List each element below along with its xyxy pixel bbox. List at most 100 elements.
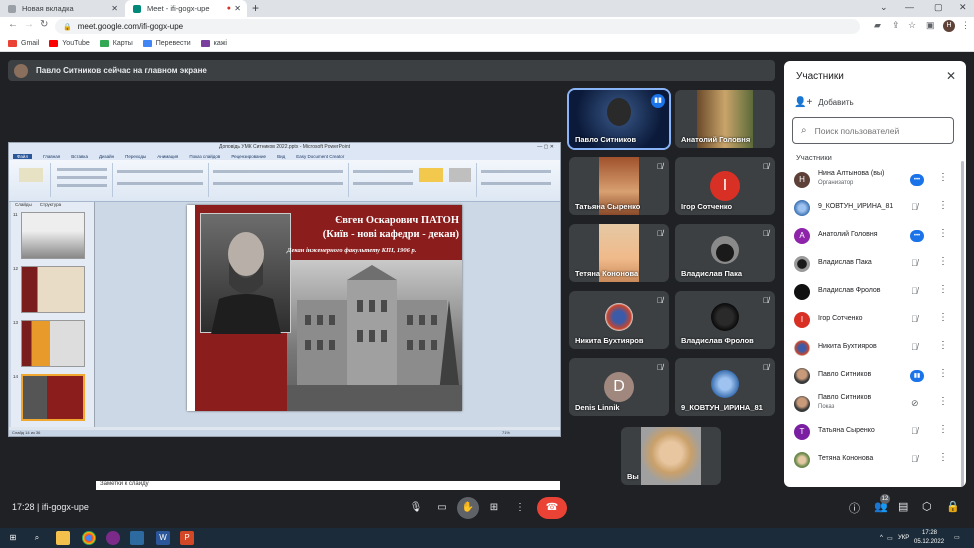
bookmark-label: Gmail — [21, 40, 40, 47]
menu-dots-icon[interactable]: ⋮ — [961, 20, 970, 31]
participant-row[interactable]: Тетяна Кононова 🎙̸ ⋮ — [784, 447, 966, 473]
close-icon[interactable]: ✕ — [234, 4, 241, 13]
tab-new[interactable]: Новая вкладка ✕ — [0, 0, 124, 17]
participant-row[interactable]: Павло Ситников ▮▮ ⋮ — [784, 363, 966, 389]
more-options-icon[interactable]: ⋮ — [938, 396, 948, 407]
more-options-icon[interactable]: ⋮ — [938, 424, 948, 435]
more-options-icon[interactable]: ⋮ — [938, 200, 948, 211]
tab-meet[interactable]: Meet - ifi-gogx-upe ● ✕ — [125, 0, 247, 17]
file-explorer-icon[interactable] — [56, 531, 70, 545]
notifications-icon[interactable]: ▭ — [954, 534, 960, 541]
tray-arrow-icon[interactable]: ^ — [880, 535, 883, 541]
participant-tile[interactable]: ▮▮ Павло Ситников — [567, 88, 671, 150]
participant-tile[interactable]: 🎙̸ 9_КОВТУН_ИРИНА_81 — [675, 358, 775, 416]
network-icon[interactable]: ▭ — [887, 535, 893, 542]
chrome-icon[interactable] — [82, 531, 96, 545]
participant-tile[interactable]: Анатолий Головня — [675, 90, 775, 148]
ribbon-group — [209, 163, 349, 197]
camera-button[interactable]: ▭ — [431, 497, 453, 519]
bookmark-maps[interactable]: Карты — [99, 40, 133, 47]
windows-start-icon[interactable]: ⊞ — [6, 531, 20, 545]
chat-icon[interactable]: ▤ — [898, 500, 908, 513]
present-button[interactable]: ⊞ — [483, 497, 505, 519]
maximize-icon[interactable]: ▢ — [934, 2, 943, 13]
url-input[interactable]: 🔒 meet.google.com/ifi-gogx-upe — [55, 19, 860, 34]
info-icon[interactable]: ⓘ — [849, 500, 860, 516]
forward-icon[interactable]: → — [24, 19, 34, 30]
close-icon[interactable]: ✕ — [946, 69, 956, 83]
mic-off-icon[interactable]: 🎙̸ — [911, 454, 918, 464]
participant-search[interactable]: ⌕ — [792, 117, 954, 144]
input-language[interactable]: УКР — [898, 535, 909, 541]
more-options-icon[interactable]: ⋮ — [938, 172, 948, 183]
participant-row[interactable]: Никита Бухтияров 🎙̸ ⋮ — [784, 335, 966, 361]
search-icon[interactable]: ⌕ — [30, 531, 44, 545]
bookmark-star-icon[interactable]: ☆ — [908, 20, 916, 31]
activities-icon[interactable]: ⬡ — [922, 500, 932, 513]
participant-row[interactable]: 9_КОВТУН_ИРИНА_81 🎙̸ ⋮ — [784, 195, 966, 221]
window-close-icon[interactable]: ✕ — [959, 2, 967, 13]
more-options-button[interactable]: ⋮ — [509, 497, 531, 519]
participant-row[interactable]: Т Татьяна Сыренко 🎙̸ ⋮ — [784, 419, 966, 445]
powerpoint-icon[interactable]: P — [180, 531, 194, 545]
app-icon[interactable] — [130, 531, 144, 545]
profile-avatar[interactable]: H — [943, 20, 955, 32]
mic-off-icon[interactable]: 🎙̸ — [911, 314, 918, 324]
participant-row[interactable]: Н Нина Алтынова (вы) Организатор ••• ⋮ — [784, 167, 966, 193]
participant-row[interactable]: I Ігор Сотченко 🎙̸ ⋮ — [784, 307, 966, 333]
word-icon[interactable]: W — [156, 531, 170, 545]
viber-icon[interactable] — [106, 531, 120, 545]
extensions-icon[interactable]: ▣ — [926, 20, 935, 31]
more-options-icon[interactable]: ⋮ — [938, 340, 948, 351]
back-icon[interactable]: ← — [8, 19, 18, 30]
more-options-icon[interactable]: ⋮ — [938, 312, 948, 323]
more-options-icon[interactable]: ⋮ — [938, 284, 948, 295]
minimize-icon[interactable]: — — [905, 2, 914, 12]
participant-tile[interactable]: 🎙̸ Владислав Фролов — [675, 291, 775, 349]
host-controls-icon[interactable]: 🔒 — [946, 500, 960, 513]
more-options-icon[interactable]: ⋮ — [938, 228, 948, 239]
participant-tile[interactable]: D 🎙̸ Denis Linnik — [569, 358, 669, 416]
mic-off-icon[interactable]: 🎙̸ — [911, 202, 918, 212]
slide-title-line1: Євген Оскарович ПАТОН — [335, 215, 459, 226]
panel-scrollbar[interactable] — [961, 161, 964, 487]
participant-tile[interactable]: 🎙̸ Тетяна Кононова — [569, 224, 669, 282]
participant-tile[interactable]: 🎙̸ Никита Бухтияров — [569, 291, 669, 349]
more-options-icon[interactable]: ⋮ — [938, 452, 948, 463]
more-options-icon[interactable]: ⋮ — [938, 368, 948, 379]
participant-row[interactable]: Владислав Фролов 🎙̸ ⋮ — [784, 279, 966, 305]
add-people-button[interactable]: 👤+ Добавить — [794, 97, 854, 108]
self-view-tile[interactable]: Вы — [621, 427, 721, 485]
camera-in-use-icon[interactable]: ▰ — [874, 20, 881, 31]
more-options-icon[interactable]: ⋮ — [938, 256, 948, 267]
people-count-badge: 12 — [880, 494, 890, 504]
participant-row[interactable]: Владислав Пака 🎙̸ ⋮ — [784, 251, 966, 277]
end-call-button[interactable]: ☎ — [537, 497, 567, 519]
tab-search-icon[interactable]: ⌄ — [880, 2, 888, 13]
mic-off-icon[interactable]: 🎙̸ — [911, 286, 918, 296]
mic-off-icon[interactable]: 🎙̸ — [911, 258, 918, 268]
bookmark-translate[interactable]: Перевести — [142, 40, 191, 47]
mic-off-icon[interactable]: 🎙̸ — [911, 426, 918, 436]
ppt-ribbon — [9, 160, 560, 202]
participant-tile[interactable]: 🎙̸ Владислав Пака — [675, 224, 775, 282]
mic-button[interactable]: 🎙 — [405, 497, 427, 519]
participant-name: Владислав Фролов — [818, 287, 881, 294]
stop-presenting-icon[interactable]: ⊘ — [911, 398, 919, 409]
reload-icon[interactable]: ↻ — [40, 19, 48, 30]
close-icon[interactable]: ✕ — [111, 4, 118, 13]
bookmark-other[interactable]: кажі — [200, 40, 227, 47]
participant-row[interactable]: Павло Ситников Показ ⊘ ⋮ — [784, 391, 966, 417]
participant-row[interactable]: А Анатолий Головня ••• ⋮ — [784, 223, 966, 249]
search-input[interactable] — [814, 125, 945, 136]
participant-tile[interactable]: 🎙̸ Татьяна Сыренко — [569, 157, 669, 215]
participant-tile[interactable]: I 🎙̸ Ігор Сотченко — [675, 157, 775, 215]
mic-off-icon[interactable]: 🎙̸ — [911, 342, 918, 352]
bookmark-label: кажі — [213, 40, 227, 47]
bookmark-youtube[interactable]: YouTube — [49, 40, 90, 47]
share-icon[interactable]: ⇪ — [892, 20, 900, 31]
bookmark-gmail[interactable]: Gmail — [8, 40, 39, 47]
new-tab-button[interactable]: + — [252, 1, 259, 15]
raise-hand-button[interactable]: ✋ — [457, 497, 479, 519]
thumb-tab: Слайды — [15, 202, 32, 207]
